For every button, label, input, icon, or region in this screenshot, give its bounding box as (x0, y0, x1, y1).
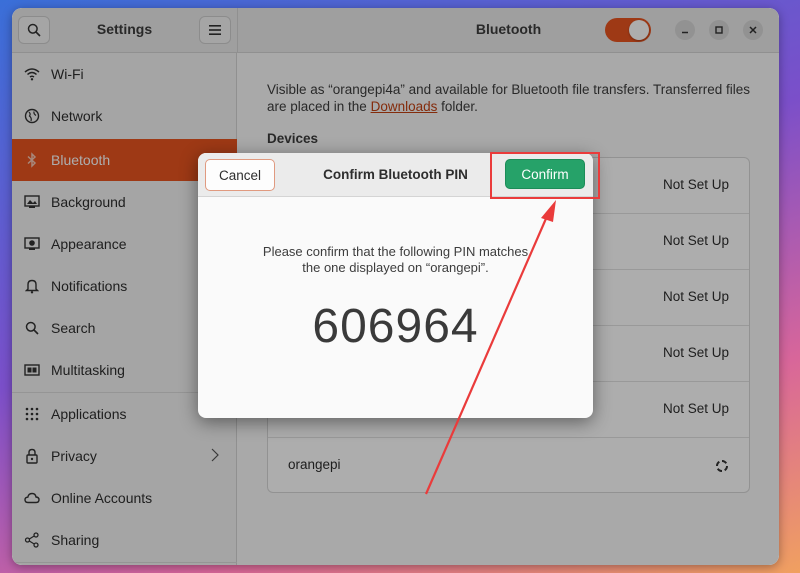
annotation-arrow (424, 200, 556, 495)
